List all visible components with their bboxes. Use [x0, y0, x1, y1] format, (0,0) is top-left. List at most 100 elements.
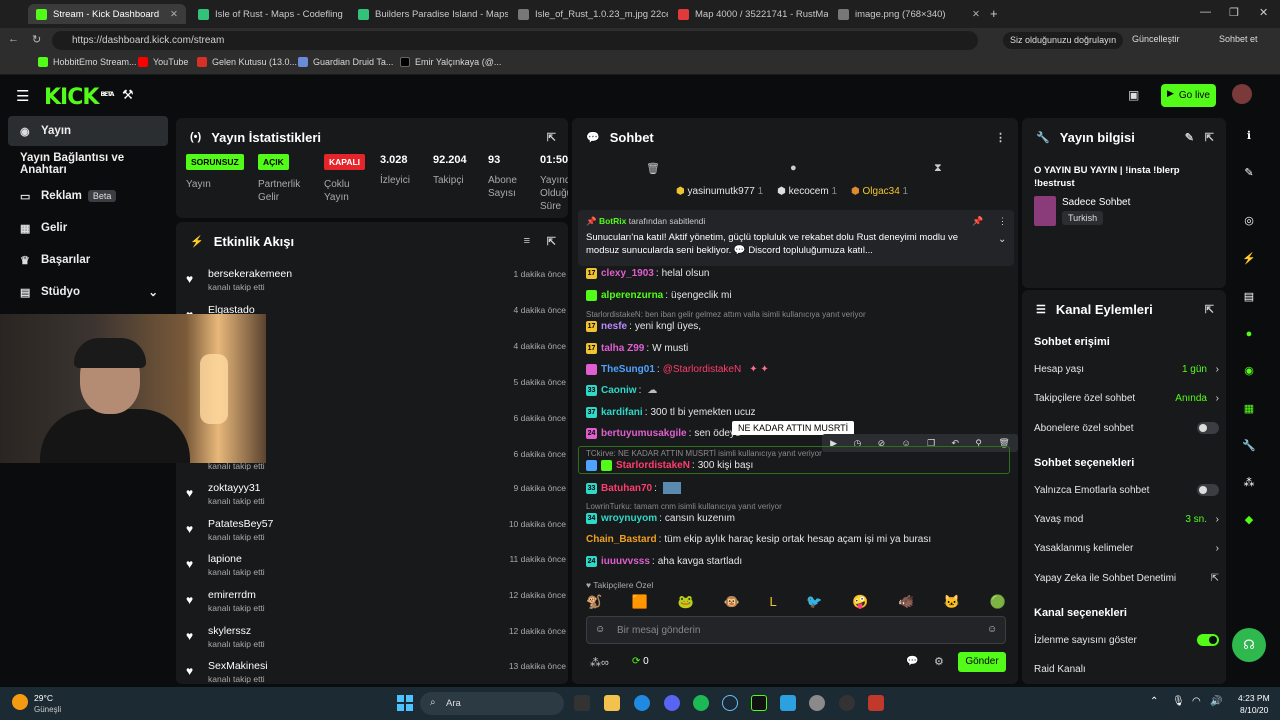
slow-mode-setting[interactable]: Yavaş mod 3 sn. › — [1034, 514, 1219, 525]
file-explorer-icon[interactable] — [604, 695, 620, 711]
obs-icon[interactable] — [839, 695, 855, 711]
maximize-icon[interactable]: ❐ — [1229, 6, 1239, 19]
chevron-down-icon[interactable]: ⌄ — [998, 234, 1006, 245]
filter-icon[interactable]: ≡ — [524, 235, 530, 247]
wrench-icon[interactable]: 🔧 — [1236, 433, 1262, 459]
emote-icon[interactable]: 🐱 — [944, 594, 960, 612]
event-user[interactable]: emirerrdm — [208, 589, 256, 601]
notepad-icon[interactable] — [780, 695, 796, 711]
unpin-icon[interactable]: 📌 — [972, 216, 983, 227]
support-chat-button[interactable]: ☊ — [1232, 628, 1266, 662]
chat-mode-icon[interactable]: ● — [790, 162, 797, 174]
popout-icon[interactable]: ⇱ — [547, 131, 556, 144]
emote-icon[interactable]: 🟢 — [990, 594, 1006, 612]
document-icon[interactable]: ▤ — [1236, 284, 1262, 310]
signal-icon[interactable]: ◉ — [1236, 358, 1262, 384]
nav-item-reklam[interactable]: ▭ Reklam Beta — [8, 181, 168, 211]
chat-user[interactable]: StarlordistakeN — [616, 460, 690, 471]
tab-image-png[interactable]: image.png (768×340) ✕ — [830, 4, 988, 24]
event-user[interactable]: zoktayyy31 — [208, 482, 261, 494]
chat-user[interactable]: kardifani — [601, 407, 643, 418]
share-icon[interactable]: ⁂ — [1236, 470, 1262, 496]
hourglass-icon[interactable]: ⧗ — [934, 162, 942, 175]
spotify-icon[interactable] — [693, 695, 709, 711]
emote-only-toggle[interactable] — [1197, 484, 1219, 496]
chat-user[interactable]: iuuuvvsss — [601, 556, 650, 567]
nav-item-studyo[interactable]: ▤ Stüdyo ⌄ — [8, 277, 168, 307]
emote-picker-icon[interactable]: ☺ — [595, 624, 605, 635]
category-name[interactable]: Sadece Sohbet — [1062, 197, 1130, 208]
raid-setting[interactable]: Raid Kanalı — [1034, 664, 1219, 675]
minimize-icon[interactable]: — — [1200, 6, 1211, 18]
gear-icon[interactable]: ⚙ — [934, 655, 944, 668]
wifi-icon[interactable]: ◠ — [1192, 696, 1201, 707]
close-window-icon[interactable]: ✕ — [1259, 6, 1268, 19]
tab-isle-jpg[interactable]: Isle_of_Rust_1.0.23_m.jpg 22cec8 ✕ — [510, 4, 668, 24]
event-user[interactable]: PatatesBey57 — [208, 518, 273, 530]
infinity-icon[interactable]: ⁂∞ — [590, 656, 609, 669]
chat-user[interactable]: wroynuyom — [601, 513, 657, 524]
emote-icon[interactable]: 🤪 — [852, 594, 868, 612]
edge-icon[interactable] — [634, 695, 650, 711]
emote-icon[interactable]: 🐒 — [586, 594, 602, 612]
windows-start-icon[interactable] — [397, 695, 413, 711]
edit-icon[interactable]: ✎ — [1236, 160, 1262, 186]
microphone-icon[interactable]: 🎙 — [1172, 696, 1185, 707]
gifter-item[interactable]: ⬢ kecocem 1 — [777, 186, 837, 197]
show-viewers-toggle[interactable] — [1197, 634, 1219, 646]
pin-tool-icon[interactable]: ⚒ — [122, 87, 134, 103]
chat-input[interactable]: ☺ Bir mesaj gönderin ☺ — [586, 616, 1006, 644]
event-user[interactable]: bersekerakemeen — [208, 268, 292, 280]
ai-moderation-setting[interactable]: Yapay Zeka ile Sohbet Denetimi ⇱ — [1034, 573, 1219, 584]
clock-time[interactable]: 4:23 PM — [1238, 693, 1270, 703]
app-red-icon[interactable] — [868, 695, 884, 711]
chat-bubble-icon[interactable]: 💬 — [906, 656, 918, 667]
emote-icon[interactable]: 🐦 — [806, 594, 822, 612]
points-display[interactable]: ⟳ 0 — [632, 656, 649, 667]
chat-mention[interactable]: @StarlordistakeN — [663, 364, 742, 375]
popout-icon[interactable]: ⇱ — [1205, 131, 1214, 144]
clock-date[interactable]: 8/10/20 — [1240, 705, 1268, 715]
tab-isle-of-rust[interactable]: Isle of Rust - Maps - Codefling ✕ — [190, 4, 348, 24]
chat-user[interactable]: nesfe — [601, 321, 627, 332]
inbox-icon[interactable]: ▣ — [1128, 88, 1139, 102]
settings-app-icon[interactable] — [809, 695, 825, 711]
edit-icon[interactable]: ✎ — [1185, 131, 1194, 144]
nav-item-yayin[interactable]: ◉ Yayın — [8, 116, 168, 146]
discord-icon[interactable] — [664, 695, 680, 711]
more-options-icon[interactable]: ⋮ — [998, 216, 1007, 227]
popout-icon[interactable]: ⇱ — [1205, 303, 1214, 316]
emoji-icon[interactable]: ☺ — [987, 624, 997, 635]
event-user[interactable]: SexMakinesi — [208, 660, 268, 672]
banned-words-setting[interactable]: Yasaklanmış kelimeler › — [1034, 543, 1219, 554]
bookmark-hobbitemo[interactable]: HobbitEmo Stream... — [38, 57, 137, 67]
chat-bubble-icon[interactable]: ● — [1236, 321, 1262, 347]
pinned-by[interactable]: BotRix — [599, 216, 626, 226]
steam-icon[interactable] — [722, 695, 738, 711]
close-tab-icon[interactable]: ✕ — [966, 9, 980, 20]
close-tab-icon[interactable]: ✕ — [164, 9, 178, 20]
chat-user[interactable]: TheSung01 — [601, 364, 655, 375]
event-user[interactable]: lapione — [208, 553, 242, 565]
account-age-setting[interactable]: Hesap yaşı 1 gün › — [1034, 364, 1219, 375]
taskbar-search[interactable]: ⌕ Ara — [420, 692, 564, 715]
task-view-icon[interactable] — [574, 695, 590, 711]
emote-icon[interactable]: 🐵 — [724, 594, 740, 612]
tab-rustmaps[interactable]: Map 4000 / 35221741 - RustMaps ✕ — [670, 4, 828, 24]
nav-item-basarilar[interactable]: ♛ Başarılar — [8, 245, 168, 275]
new-tab-icon[interactable]: + — [990, 6, 998, 21]
chat-user[interactable]: Caoniw — [601, 385, 637, 396]
tag-icon[interactable]: ◆ — [1236, 507, 1262, 533]
send-button[interactable]: Gönder — [958, 652, 1006, 672]
bookmark-gmail[interactable]: Gelen Kutusu (13.0... — [197, 57, 297, 67]
chat-user[interactable]: talha Z99 — [601, 343, 644, 354]
chat-user[interactable]: Batuhan70 — [601, 483, 652, 494]
chat-user[interactable]: bertuyumusakgile — [601, 428, 687, 439]
refresh-icon[interactable]: ↻ — [32, 33, 41, 46]
gifter-item[interactable]: ⬢ Olgac34 1 — [851, 186, 908, 197]
url-field[interactable]: https://dashboard.kick.com/stream — [52, 31, 978, 50]
camera-icon[interactable]: ◎ — [1236, 208, 1262, 234]
chat-user[interactable]: Chain_Bastard — [586, 534, 657, 545]
gifter-item[interactable]: ⬢ yasinumutk977 1 — [676, 186, 763, 197]
bookmark-youtube[interactable]: YouTube — [138, 57, 188, 67]
